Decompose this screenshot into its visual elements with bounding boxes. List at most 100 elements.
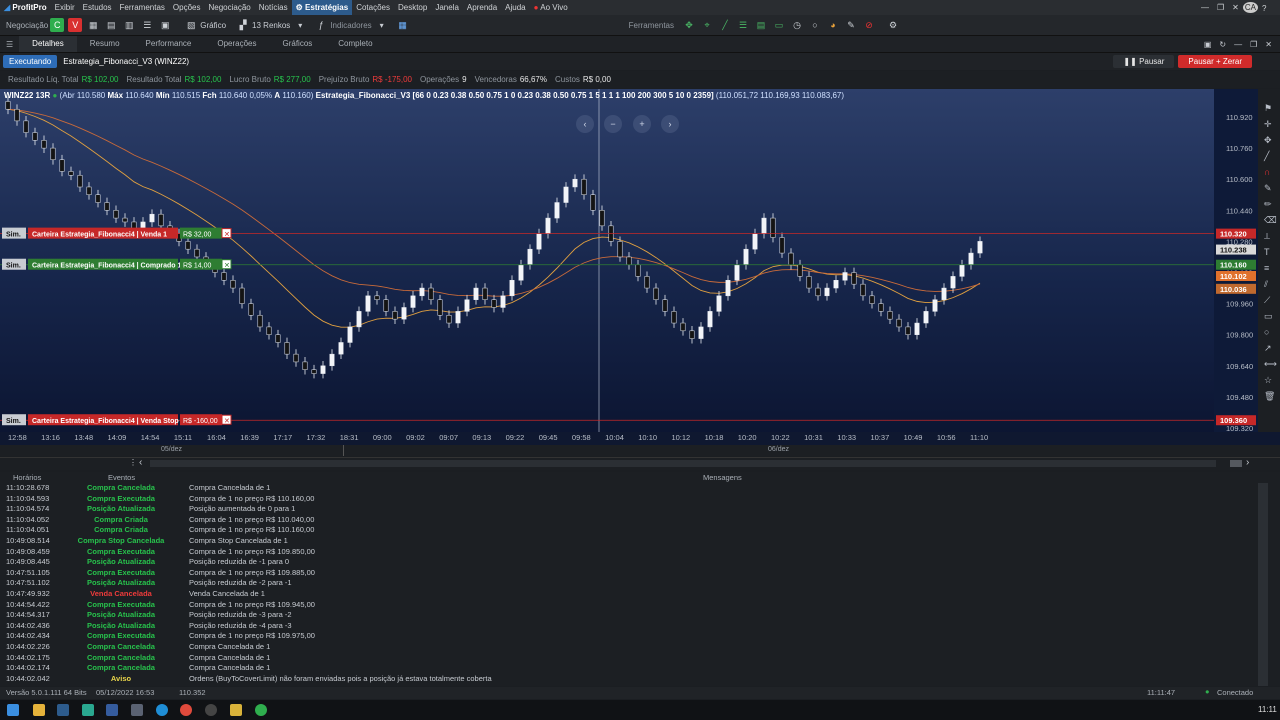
chart-icon[interactable]: ▥	[122, 18, 136, 32]
log-row[interactable]: 11:10:04.593 Compra Executada Compra de 1 …	[0, 494, 1256, 505]
menu-negociacao[interactable]: Negociação	[204, 0, 254, 15]
obs-icon[interactable]	[205, 704, 217, 716]
log-row[interactable]: 11:10:04.574 Posição Atualizada Posição au…	[0, 504, 1256, 515]
pause-button[interactable]: ❚❚ Pausar	[1113, 55, 1175, 68]
file-explorer-icon[interactable]	[33, 704, 45, 716]
tool-crosshair-icon[interactable]: ⌖	[700, 18, 714, 32]
log-row[interactable]: 10:44:02.434 Compra Executada Compra de 1 …	[0, 631, 1256, 642]
edge-icon[interactable]	[156, 704, 168, 716]
tool-circle-icon[interactable]: ○	[808, 18, 822, 32]
tool-pin-icon[interactable]: ⚑	[1264, 103, 1272, 113]
log-row[interactable]: 10:44:54.422 Compra Executada Compra de 1 …	[0, 600, 1256, 611]
tool-channel-icon[interactable]: ⫽	[1263, 279, 1268, 289]
tool-clock-icon[interactable]: ◷	[790, 18, 804, 32]
menu-janela[interactable]: Janela	[431, 0, 463, 15]
tab-detalhes[interactable]: Detalhes	[19, 36, 77, 52]
log-row[interactable]: 10:49:08.445 Posição Atualizada Posição re…	[0, 557, 1256, 568]
refresh-icon[interactable]: ↻	[1219, 40, 1226, 49]
minimize-button[interactable]: —	[1197, 0, 1213, 15]
menu-exibir[interactable]: Exibir	[51, 0, 79, 15]
tool-rect-icon[interactable]: ▭	[1264, 311, 1273, 321]
renko-icon[interactable]: ▞	[236, 18, 250, 32]
price-chart[interactable]: 110.920110.760110.600110.440110.280110.1…	[0, 89, 1280, 444]
tool-alert-icon[interactable]: ⊘	[862, 18, 876, 32]
log-scrollbar[interactable]	[1258, 483, 1268, 686]
buy-icon[interactable]: C	[50, 18, 65, 32]
sell-icon[interactable]: V	[68, 18, 83, 32]
menu-noticias[interactable]: Notícias	[255, 0, 292, 15]
log-row[interactable]: 10:44:02.226 Compra Cancelada Compra Cance…	[0, 642, 1256, 653]
restore-panel-icon[interactable]: ❐	[1250, 40, 1257, 49]
tool-fib-icon[interactable]: ☰	[736, 18, 750, 32]
tool-trend-icon[interactable]: ⟋	[1264, 295, 1271, 305]
scroll-right-button[interactable]: ›	[1246, 457, 1249, 468]
scrollbar-track[interactable]	[150, 460, 1216, 467]
tool-trash-icon[interactable]: 🗑	[1264, 391, 1275, 401]
tab-completo[interactable]: Completo	[325, 36, 385, 52]
tab-operacoes[interactable]: Operações	[204, 36, 269, 52]
tool-ruler-icon[interactable]: ⟂	[1264, 231, 1270, 241]
header-time[interactable]: Horários	[13, 473, 41, 482]
user-avatar[interactable]: CA	[1242, 2, 1258, 13]
header-event[interactable]: Eventos	[108, 473, 135, 482]
tool-line-icon[interactable]: ╱	[1263, 150, 1270, 162]
live-indicator[interactable]: ● Ao Vivo	[530, 0, 572, 15]
log-row[interactable]: 11:10:04.052 Compra Criada Compra de 1 no …	[0, 515, 1256, 526]
tool-text-icon[interactable]: ✎	[844, 18, 858, 32]
tool-pen-icon[interactable]: ✎	[1264, 183, 1272, 193]
tool-line-icon[interactable]: ╱	[718, 18, 732, 32]
indicadores-dropdown[interactable]: Indicadores	[330, 21, 371, 30]
tool-measure-icon[interactable]: ⟷	[1264, 359, 1277, 369]
tool-circle-icon[interactable]: ○	[1264, 327, 1269, 337]
indicator-icon[interactable]: ƒ	[314, 18, 328, 32]
minimize-panel-icon[interactable]: —	[1234, 40, 1242, 49]
scroll-left-button[interactable]: ‹	[139, 457, 142, 468]
log-row[interactable]: 10:44:54.317 Posição Atualizada Posição re…	[0, 610, 1256, 621]
tool-arrow-icon[interactable]: ↗	[1264, 343, 1272, 353]
tool-palette-icon[interactable]: ◕	[826, 18, 840, 32]
windows-start-icon[interactable]	[7, 704, 19, 716]
grafico-button[interactable]: Gráfico	[200, 21, 226, 30]
tool-star-icon[interactable]: ☆	[1264, 375, 1272, 385]
menu-opcoes[interactable]: Opções	[169, 0, 205, 15]
menu-estudos[interactable]: Estudos	[79, 0, 116, 15]
menu-ajuda[interactable]: Ajuda	[501, 0, 529, 15]
log-row[interactable]: 10:47:51.102 Posição Atualizada Posição re…	[0, 578, 1256, 589]
settings-gear-icon[interactable]: ⚙	[886, 18, 900, 32]
renko-dropdown[interactable]: 13 Renkos	[252, 21, 290, 30]
menu-aprenda[interactable]: Aprenda	[463, 0, 501, 15]
pause-zero-button[interactable]: Pausar + Zerar	[1178, 55, 1252, 68]
menu-desktop[interactable]: Desktop	[394, 0, 431, 15]
vs-code-icon[interactable]	[82, 704, 94, 716]
header-messages[interactable]: Mensagens	[703, 473, 742, 482]
log-row[interactable]: 10:44:02.175 Compra Cancelada Compra Cance…	[0, 653, 1256, 664]
app-menu[interactable]: ◢ ProfitPro	[0, 0, 51, 15]
layout-icon[interactable]: ▦	[396, 18, 410, 32]
grafico-icon[interactable]: ▧	[184, 18, 198, 32]
log-row[interactable]: 10:47:49.932 Venda Cancelada Venda Cancela…	[0, 589, 1256, 600]
close-button[interactable]: ✕	[1228, 0, 1243, 15]
news-icon[interactable]: ▤	[104, 18, 118, 32]
tool-text-icon[interactable]: T	[1264, 247, 1270, 257]
tool-fib-icon[interactable]: ≡	[1264, 263, 1269, 273]
chrome-icon[interactable]	[180, 704, 192, 716]
menu-estrategias[interactable]: ⚙ Estratégias	[291, 0, 353, 15]
log-row[interactable]: 10:49:08.459 Compra Executada Compra de 1 …	[0, 547, 1256, 558]
help-icon[interactable]: ?	[1258, 1, 1280, 15]
tab-graficos[interactable]: Gráficos	[269, 36, 325, 52]
restore-button[interactable]: ❐	[1213, 0, 1228, 15]
video-icon[interactable]: ▣	[1204, 40, 1212, 49]
tab-performance[interactable]: Performance	[133, 36, 205, 52]
tool-cursor-icon[interactable]: ✥	[682, 18, 696, 32]
tool-pencil-icon[interactable]: ✏	[1264, 199, 1272, 209]
log-row[interactable]: 10:47:51.105 Compra Executada Compra de 1 …	[0, 568, 1256, 579]
log-row[interactable]: 10:49:08.514 Compra Stop Cancelada Compra …	[0, 536, 1256, 547]
close-panel-icon[interactable]: ✕	[1265, 40, 1272, 49]
profitpro-icon[interactable]	[106, 704, 118, 716]
terminal-icon[interactable]	[57, 704, 69, 716]
tool-rect-icon[interactable]: ▭	[772, 18, 786, 32]
log-row[interactable]: 11:10:04.051 Compra Criada Compra de 1 no …	[0, 525, 1256, 536]
menu-grid-icon[interactable]: ☰	[6, 40, 13, 49]
menu-cotacoes[interactable]: Cotações	[352, 0, 394, 15]
tool-channel-icon[interactable]: ▤	[754, 18, 768, 32]
